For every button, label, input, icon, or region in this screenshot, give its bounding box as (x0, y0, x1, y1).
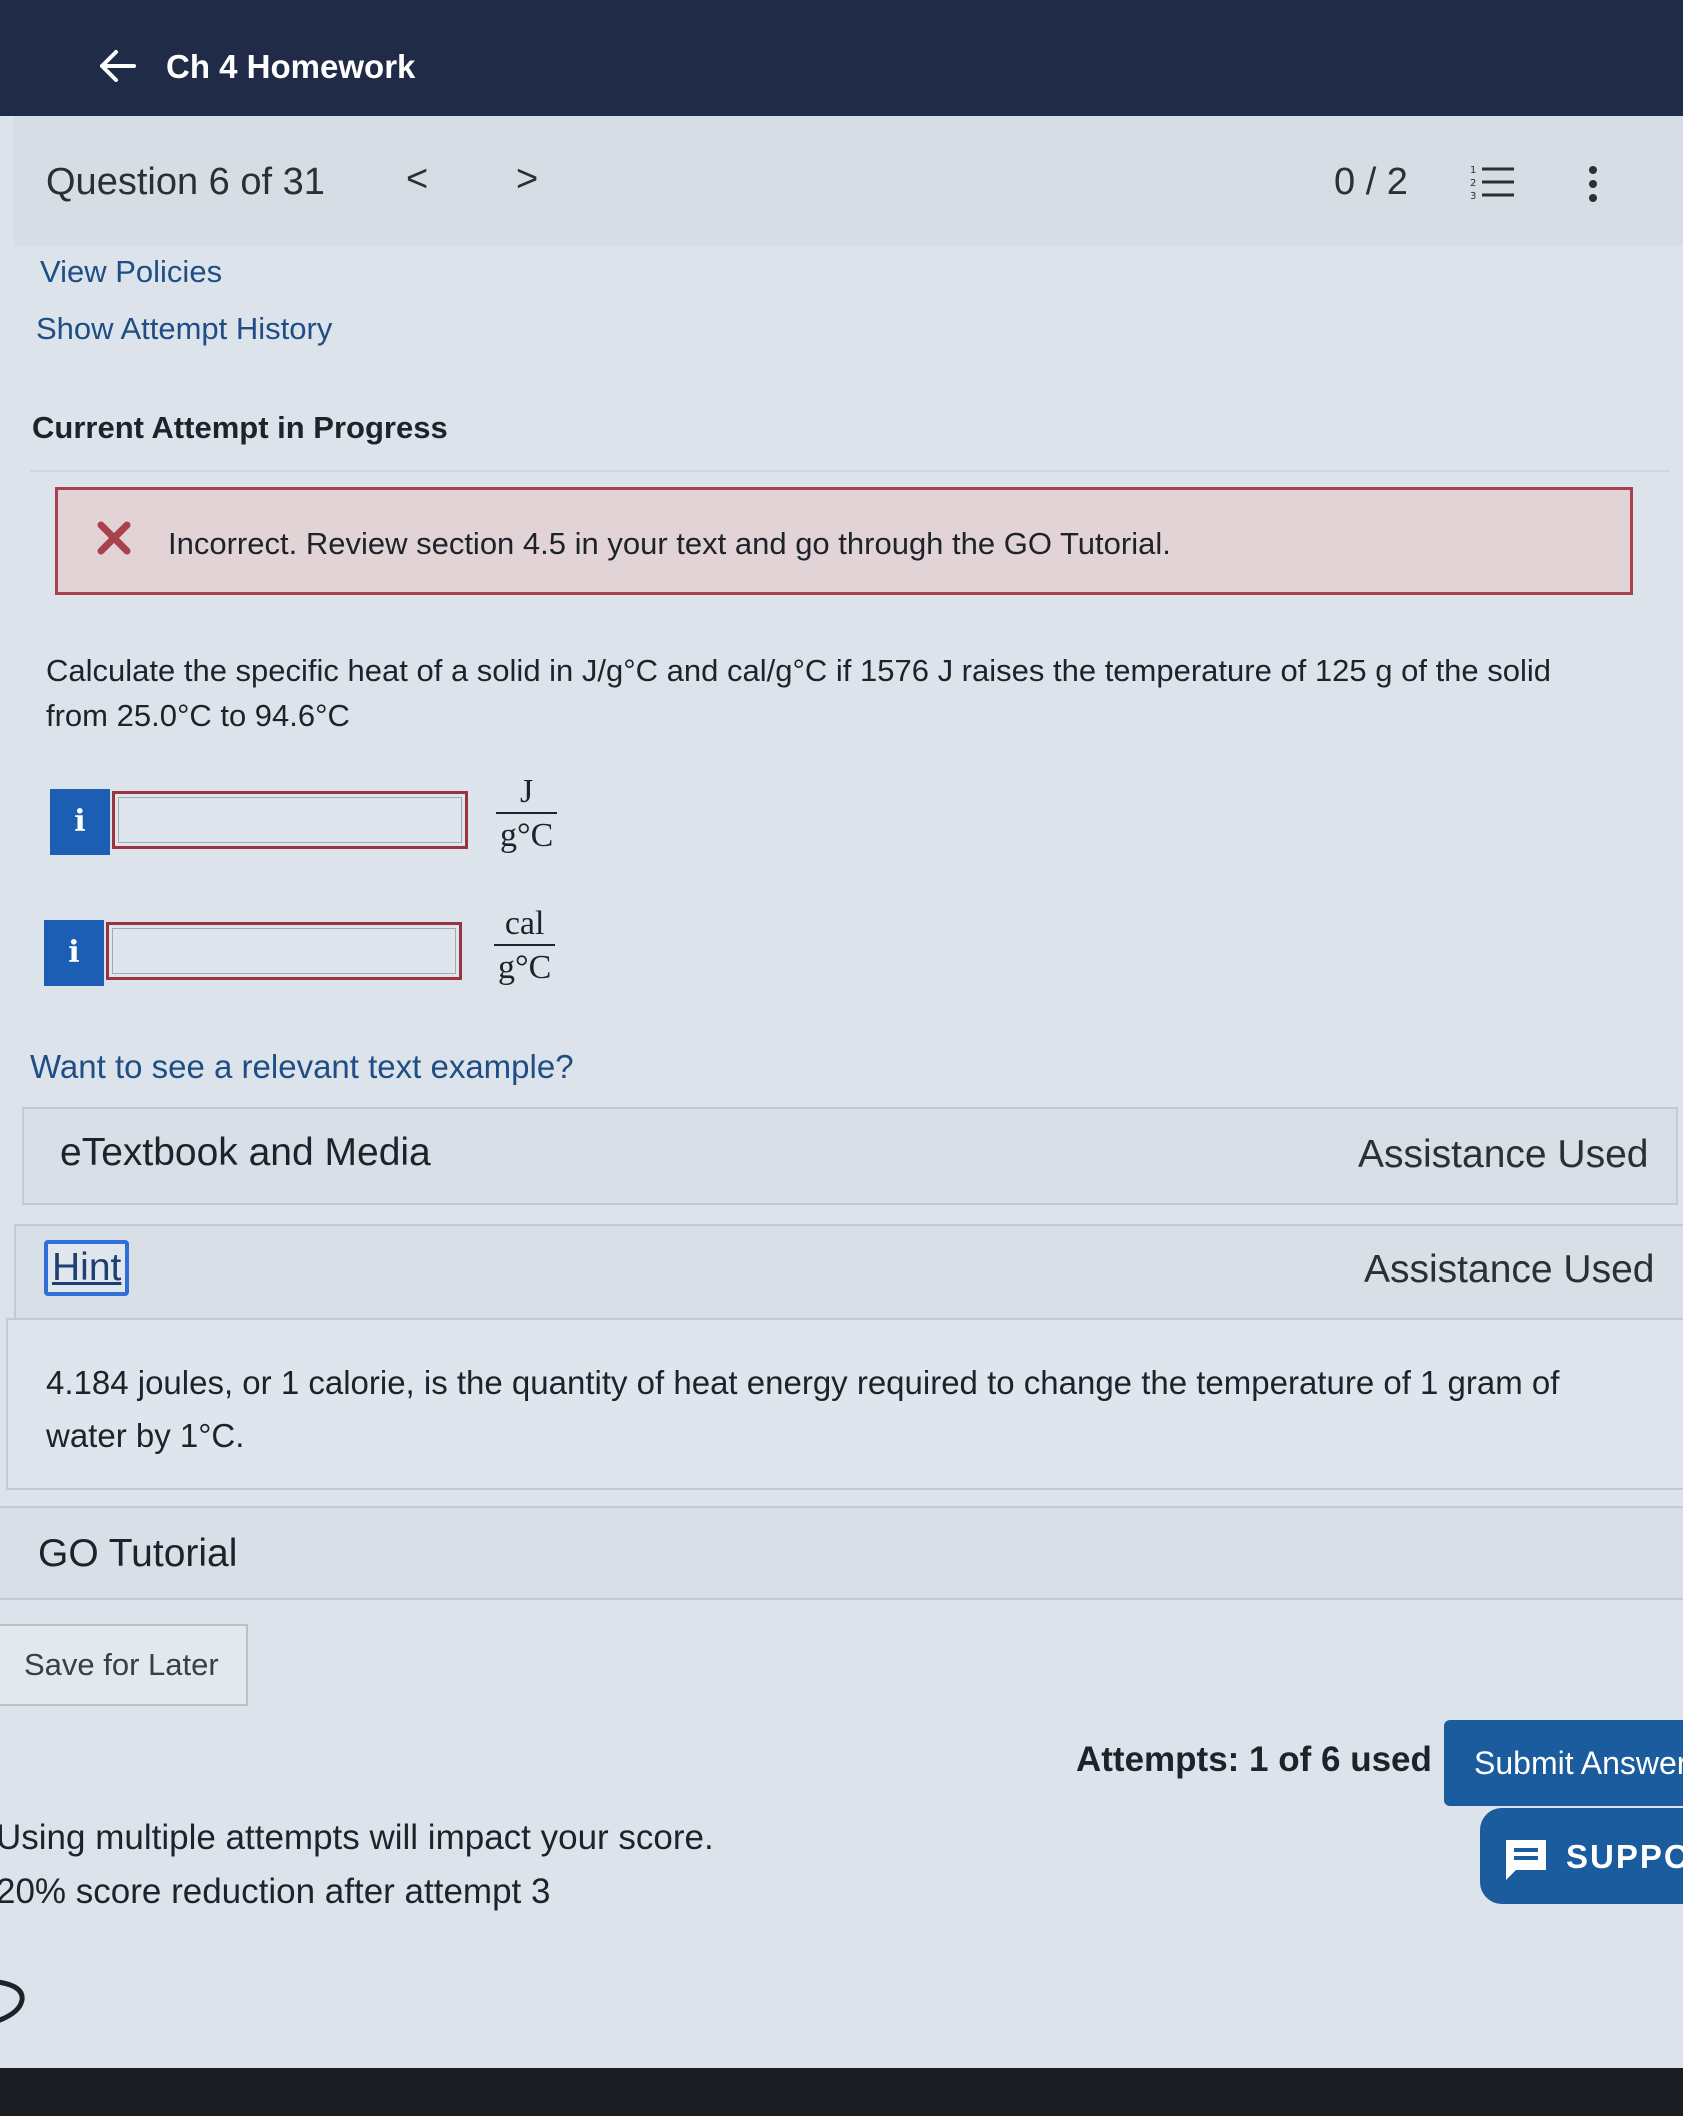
save-for-later-button[interactable]: Save for Later (0, 1624, 248, 1706)
go-tutorial-panel[interactable]: GO Tutorial (0, 1506, 1683, 1600)
score-reduction-note: 20% score reduction after attempt 3 (0, 1872, 551, 1911)
go-tutorial-label: GO Tutorial (38, 1532, 238, 1575)
feedback-message: Incorrect. Review section 4.5 in your te… (168, 526, 1171, 561)
info-button[interactable]: i (50, 789, 110, 855)
assignment-top-bar: Ch 4 Homework (0, 0, 1683, 116)
question-header: Question 6 of 31 < > 0 / 2 1 2 3 (14, 116, 1683, 246)
etextbook-label: eTextbook and Media (60, 1131, 431, 1174)
unit-denominator: g°C (498, 949, 552, 986)
attempts-counter: Attempts: 1 of 6 used (1076, 1740, 1432, 1779)
view-policies-link[interactable]: View Policies (40, 254, 222, 290)
previous-question-button[interactable]: < (406, 158, 428, 201)
question-counter: Question 6 of 31 (46, 161, 325, 203)
unit-numerator: J (520, 773, 534, 810)
attempts-warning: Using multiple attempts will impact your… (0, 1818, 714, 1857)
hint-toggle-button[interactable]: Hint (44, 1240, 130, 1296)
specific-heat-joules-input[interactable] (112, 791, 468, 849)
hint-status: Assistance Used (1364, 1248, 1655, 1291)
next-question-button[interactable]: > (516, 158, 538, 201)
app-screen: Ch 4 Homework Question 6 of 31 < > 0 / 2… (0, 0, 1683, 2068)
hint-text: 4.184 joules, or 1 calorie, is the quant… (46, 1364, 1560, 1454)
unit-numerator: cal (504, 905, 545, 942)
section-divider (30, 470, 1670, 472)
support-label: SUPPORT (1566, 1838, 1683, 1875)
more-options-icon[interactable] (1586, 164, 1600, 204)
question-text: Calculate the specific heat of a solid i… (46, 653, 1552, 733)
svg-text:3: 3 (1470, 191, 1476, 202)
unit-joules-per-gram-degree: J g°C (496, 772, 558, 858)
etextbook-media-panel[interactable]: eTextbook and Media Assistance Used (22, 1107, 1678, 1205)
specific-heat-calories-input[interactable] (106, 922, 462, 980)
error-x-icon (97, 521, 131, 555)
support-button[interactable]: SUPPORT (1480, 1808, 1683, 1904)
unit-calories-per-gram-degree: cal g°C (494, 904, 556, 990)
attempt-history-link[interactable]: Show Attempt History (36, 311, 332, 347)
question-score: 0 / 2 (1334, 161, 1408, 203)
assignment-title: Ch 4 Homework (166, 48, 416, 85)
hint-panel: Hint Assistance Used (14, 1224, 1683, 1320)
svg-text:1: 1 (1470, 165, 1476, 176)
question-list-icon[interactable]: 1 2 3 (1470, 162, 1516, 202)
hint-content: 4.184 joules, or 1 calorie, is the quant… (6, 1318, 1683, 1490)
text-example-link[interactable]: Want to see a relevant text example? (30, 1048, 574, 1086)
svg-text:2: 2 (1470, 178, 1476, 189)
submit-answer-button[interactable]: Submit Answer (1444, 1720, 1683, 1806)
feedback-icon[interactable] (0, 1978, 28, 2024)
back-arrow-icon[interactable] (96, 44, 140, 88)
etextbook-status: Assistance Used (1358, 1133, 1649, 1176)
info-button[interactable]: i (44, 920, 104, 986)
attempt-heading: Current Attempt in Progress (32, 410, 448, 445)
unit-denominator: g°C (500, 817, 554, 854)
chat-icon (1506, 1840, 1546, 1880)
incorrect-feedback-banner: Incorrect. Review section 4.5 in your te… (55, 487, 1633, 595)
